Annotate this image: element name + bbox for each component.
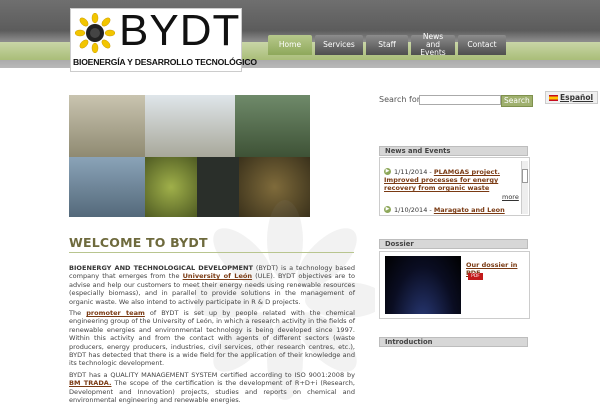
news-more-link[interactable]: more (502, 193, 519, 201)
news-date: 1/10/2014 (394, 206, 428, 214)
search-input[interactable] (419, 95, 501, 105)
nav-news-and-events[interactable]: News and Events (411, 33, 455, 57)
news-item: ▶1/10/2014 - Maragato and Leon talent in… (384, 206, 516, 215)
news-box: ▶ 1/11/2014 - PLAMGAS project. Improved p… (379, 157, 530, 216)
title-divider (69, 252, 354, 253)
company-name-strong: BIOENERGY AND TECHNOLOGICAL DEVELOPMENT (69, 264, 253, 272)
hero-photo-tanks (145, 95, 235, 157)
language-selector[interactable]: Español (545, 91, 598, 104)
paragraph-text: BYDT has a QUALITY MANAGEMENT SYSTEM cer… (69, 371, 355, 379)
site-logo[interactable]: BYDT BIOENERGÍA Y DESARROLLO TECNOLÓGICO (70, 6, 257, 72)
intro-paragraph-2: The promoter team of BYDT is set up by p… (69, 309, 355, 368)
news-scrollbar[interactable] (521, 161, 528, 214)
university-link[interactable]: University of León (183, 272, 252, 280)
dossier-box-title: Dossier (379, 239, 528, 249)
bullet-arrow-icon: ▶ (384, 206, 391, 213)
search-button[interactable]: Search (501, 95, 533, 107)
hero-photo-collage (69, 95, 310, 217)
dossier-image[interactable] (385, 256, 461, 314)
dossier-box: Our dossier in PDF PDF (379, 251, 530, 319)
spain-flag-icon (549, 95, 558, 101)
search-label: Search for: (379, 95, 423, 104)
main-nav: Home Services Staff News and Events Cont… (268, 33, 506, 57)
language-label: Español (560, 93, 594, 102)
nav-home[interactable]: Home (268, 35, 312, 55)
page-title: WELCOME TO BYDT (69, 235, 208, 250)
promoter-team-link[interactable]: promoter team (86, 309, 145, 317)
nav-services[interactable]: Services (315, 35, 363, 55)
hero-photo-compost (145, 157, 197, 217)
news-date: 1/11/2014 (394, 168, 428, 176)
intro-paragraph-1: BIOENERGY AND TECHNOLOGICAL DEVELOPMENT … (69, 264, 355, 306)
news-scroll-thumb[interactable] (522, 169, 528, 183)
paragraph-text: The scope of the certification is the de… (69, 379, 356, 405)
paragraph-text: of BYDT is set up by people related with… (69, 309, 355, 368)
paragraph-text: The (69, 309, 87, 317)
news-box-title: News and Events (379, 146, 528, 156)
hero-photo-workers (235, 95, 310, 157)
bullet-arrow-icon: ▶ (384, 168, 391, 175)
hero-photo-containers (69, 157, 145, 217)
nav-contact[interactable]: Contact (458, 35, 506, 55)
bm-trada-link[interactable]: BM TRADA. (69, 379, 111, 387)
logo-subtitle: BIOENERGÍA Y DESARROLLO TECNOLÓGICO (73, 57, 257, 67)
hero-photo-plant (69, 95, 145, 157)
pdf-icon[interactable]: PDF (468, 273, 483, 280)
news-item: ▶ 1/11/2014 - PLAMGAS project. Improved p… (384, 168, 500, 192)
sunflower-logo-icon (75, 13, 115, 53)
introduction-box-title: Introduction (379, 337, 528, 347)
logo-wordmark: BYDT (119, 6, 241, 55)
nav-staff[interactable]: Staff (366, 35, 408, 55)
